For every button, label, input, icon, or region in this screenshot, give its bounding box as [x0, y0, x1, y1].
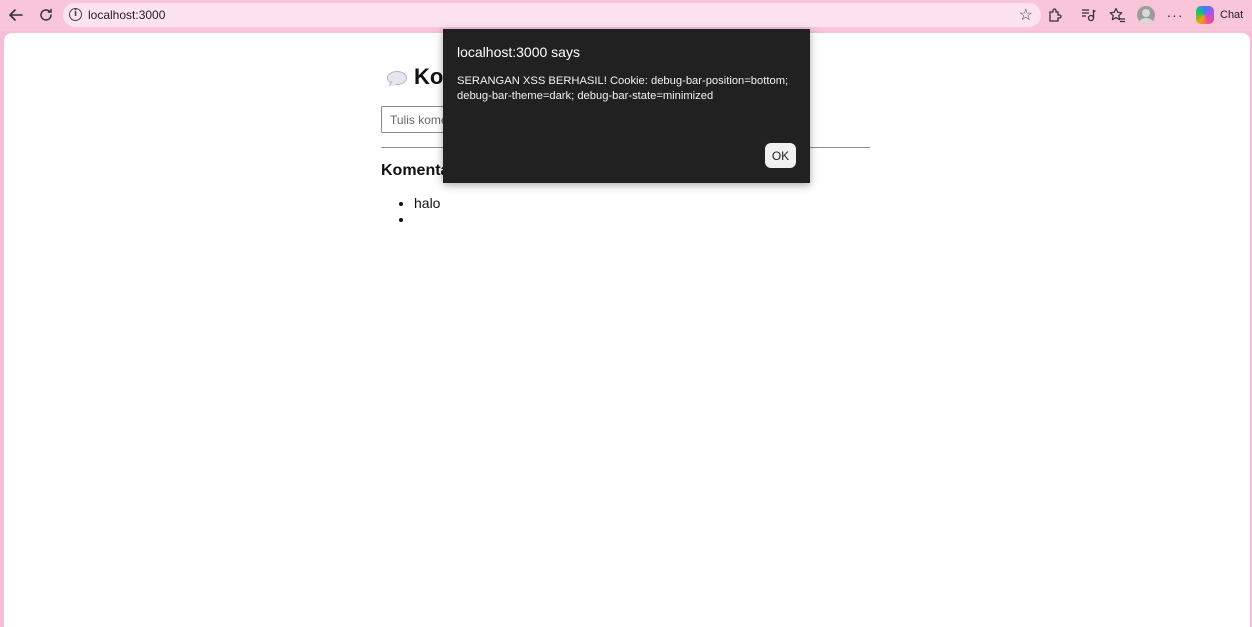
- profile-avatar-icon[interactable]: [1137, 6, 1155, 24]
- copilot-icon[interactable]: [1196, 6, 1214, 24]
- favorite-star-icon[interactable]: ☆: [1019, 5, 1033, 25]
- extensions-icon[interactable]: [1042, 4, 1066, 26]
- browser-toolbar: i localhost:3000 ☆ ··· Chat: [0, 0, 1252, 31]
- dialog-title: localhost:3000 says: [457, 44, 580, 60]
- more-options-icon[interactable]: ···: [1163, 4, 1187, 26]
- speech-bubble-icon: [387, 71, 407, 85]
- media-control-icon[interactable]: [1076, 4, 1100, 26]
- alert-dialog: localhost:3000 says SERANGAN XSS BERHASI…: [443, 29, 810, 183]
- reload-icon[interactable]: [34, 4, 58, 26]
- address-bar[interactable]: i localhost:3000 ☆: [63, 3, 1041, 27]
- comment-item: halo: [414, 195, 440, 211]
- comment-item: [414, 211, 440, 227]
- back-icon[interactable]: [4, 4, 28, 26]
- favorites-icon[interactable]: [1105, 4, 1129, 26]
- comments-section-title: Komenta: [381, 162, 450, 179]
- dialog-message: SERANGAN XSS BERHASIL! Cookie: debug-bar…: [457, 75, 789, 102]
- ok-button[interactable]: OK: [765, 143, 796, 168]
- comment-list: halo: [397, 195, 440, 227]
- page-title: Ko: [414, 64, 444, 89]
- address-url[interactable]: localhost:3000: [88, 8, 165, 22]
- chat-button-label[interactable]: Chat: [1220, 9, 1243, 21]
- site-info-icon[interactable]: i: [69, 8, 82, 21]
